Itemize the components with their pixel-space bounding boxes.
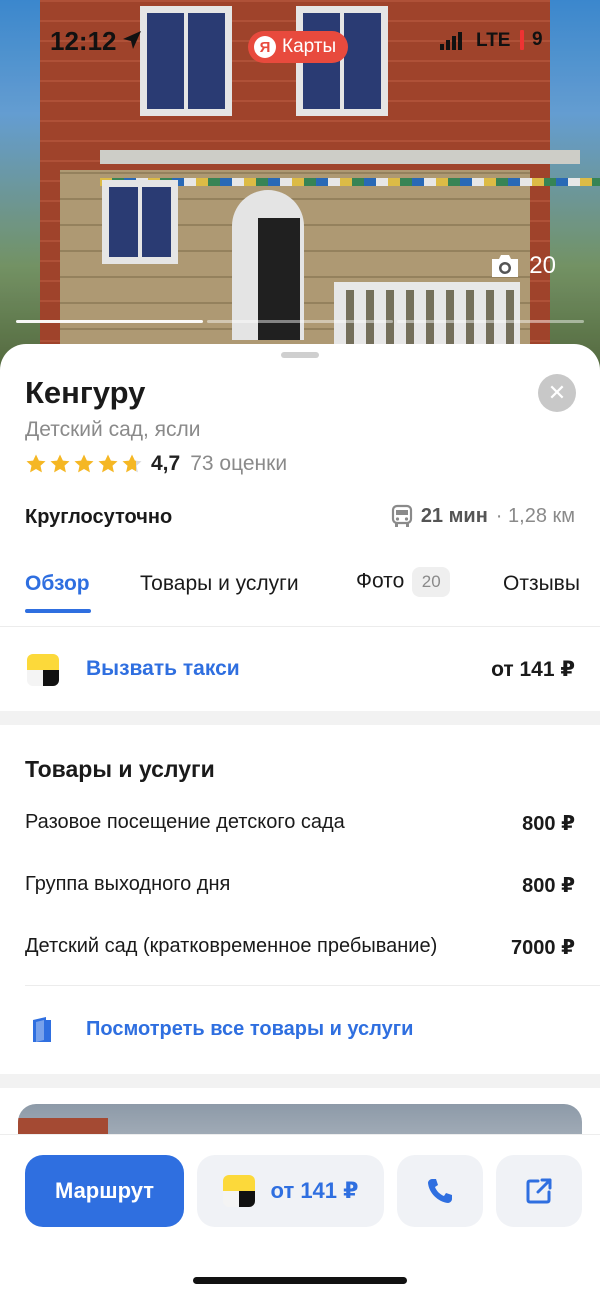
sheet-grabber[interactable]: [281, 352, 319, 358]
service-price: 800 ₽: [522, 875, 575, 897]
battery-low-icon: [520, 30, 524, 50]
route-button[interactable]: Маршрут: [25, 1155, 184, 1227]
photo-carousel-indicator: [16, 320, 585, 323]
yandex-taxi-icon: [222, 1175, 255, 1207]
star-icon: [50, 454, 70, 473]
service-item[interactable]: Группа выходного дня 800 ₽: [25, 873, 575, 903]
call-button[interactable]: [397, 1155, 483, 1227]
carousel-segment: [206, 320, 394, 323]
battery-indicator: 9: [520, 28, 543, 52]
status-bar: 12:12 Я Карты LTE 9: [0, 22, 600, 63]
close-button[interactable]: ✕: [538, 374, 576, 412]
service-name: Группа выходного дня: [25, 873, 231, 895]
rating-stars: [25, 453, 143, 475]
action-bar: Маршрут от 141 ₽: [0, 1134, 600, 1297]
carousel-segment: [16, 320, 203, 323]
book-icon: [33, 1017, 51, 1042]
service-item[interactable]: Разовое посещение детского сада 800 ₽: [25, 811, 575, 841]
view-all-services-link[interactable]: Посмотреть все товары и услуги: [0, 1004, 600, 1056]
status-time: 12:12: [50, 26, 117, 56]
yandex-taxi-icon: [27, 654, 59, 686]
taxi-price: от 141 ₽: [491, 658, 575, 681]
share-icon: [526, 1178, 552, 1204]
star-icon: [122, 454, 142, 473]
bus-icon: [391, 504, 412, 527]
star-icon: [74, 454, 94, 473]
rating-row[interactable]: 4,7 73 оценки: [25, 452, 287, 476]
services-title: Товары и услуги: [25, 756, 215, 782]
back-to-app-label: Карты: [282, 36, 337, 57]
yandex-logo-icon: Я: [254, 36, 276, 58]
active-tab-indicator: [25, 609, 91, 613]
service-name: Детский сад (кратковременное пребывание): [25, 935, 438, 957]
service-item[interactable]: Детский сад (кратковременное пребывание)…: [25, 935, 575, 965]
tab-photos-badge: 20: [412, 567, 451, 597]
service-name: Разовое посещение детского сада: [25, 811, 345, 833]
location-arrow-icon: [123, 31, 141, 49]
transit-time: 21 мин: [420, 504, 488, 527]
share-button[interactable]: [496, 1155, 582, 1227]
call-taxi-label: Вызвать такси: [86, 657, 240, 680]
star-icon: [98, 454, 118, 473]
section-separator: [0, 1074, 600, 1088]
opening-hours[interactable]: Круглосуточно: [25, 506, 172, 529]
transit-distance: · 1,28 км: [495, 504, 575, 527]
tab-overview[interactable]: Обзор: [25, 572, 90, 596]
rating-count: 73 оценки: [190, 452, 288, 475]
service-price: 800 ₽: [522, 813, 575, 835]
tab-goods-services[interactable]: Товары и услуги: [140, 572, 299, 596]
tab-photos[interactable]: Фото 20: [356, 567, 451, 597]
star-icon: [26, 454, 46, 473]
tab-photos-label: Фото: [356, 569, 405, 593]
hero-photo[interactable]: 12:12 Я Карты LTE 9 20: [0, 0, 600, 380]
back-to-app-pill[interactable]: Я Карты: [248, 31, 349, 63]
view-all-label: Посмотреть все товары и услуги: [86, 1018, 414, 1040]
phone-icon: [428, 1179, 452, 1203]
battery-level: 9: [532, 29, 543, 50]
close-icon: ✕: [547, 380, 567, 405]
photo-count-value: 20: [529, 252, 556, 279]
call-taxi-row[interactable]: Вызвать такси от 141 ₽: [0, 627, 600, 711]
tab-reviews[interactable]: Отзывы: [503, 572, 580, 596]
section-separator: [0, 711, 600, 725]
network-type: LTE: [476, 30, 511, 51]
taxi-button-price: от 141 ₽: [270, 1178, 359, 1203]
signal-bars-icon: [440, 32, 462, 50]
tab-bar: Обзор Товары и услуги Фото 20 Отзывы: [0, 566, 600, 626]
photo-count[interactable]: 20: [489, 252, 556, 280]
place-title: Кенгуру: [25, 375, 146, 410]
carousel-segment: [397, 320, 585, 323]
transit-info[interactable]: 21 мин · 1,28 км: [391, 504, 575, 528]
home-indicator[interactable]: [193, 1277, 407, 1284]
service-price: 7000 ₽: [511, 937, 575, 959]
taxi-button[interactable]: от 141 ₽: [197, 1155, 384, 1227]
rating-value: 4,7: [151, 452, 181, 475]
place-category: Детский сад, ясли: [25, 418, 201, 441]
divider: [25, 985, 600, 986]
camera-icon: [492, 255, 519, 277]
